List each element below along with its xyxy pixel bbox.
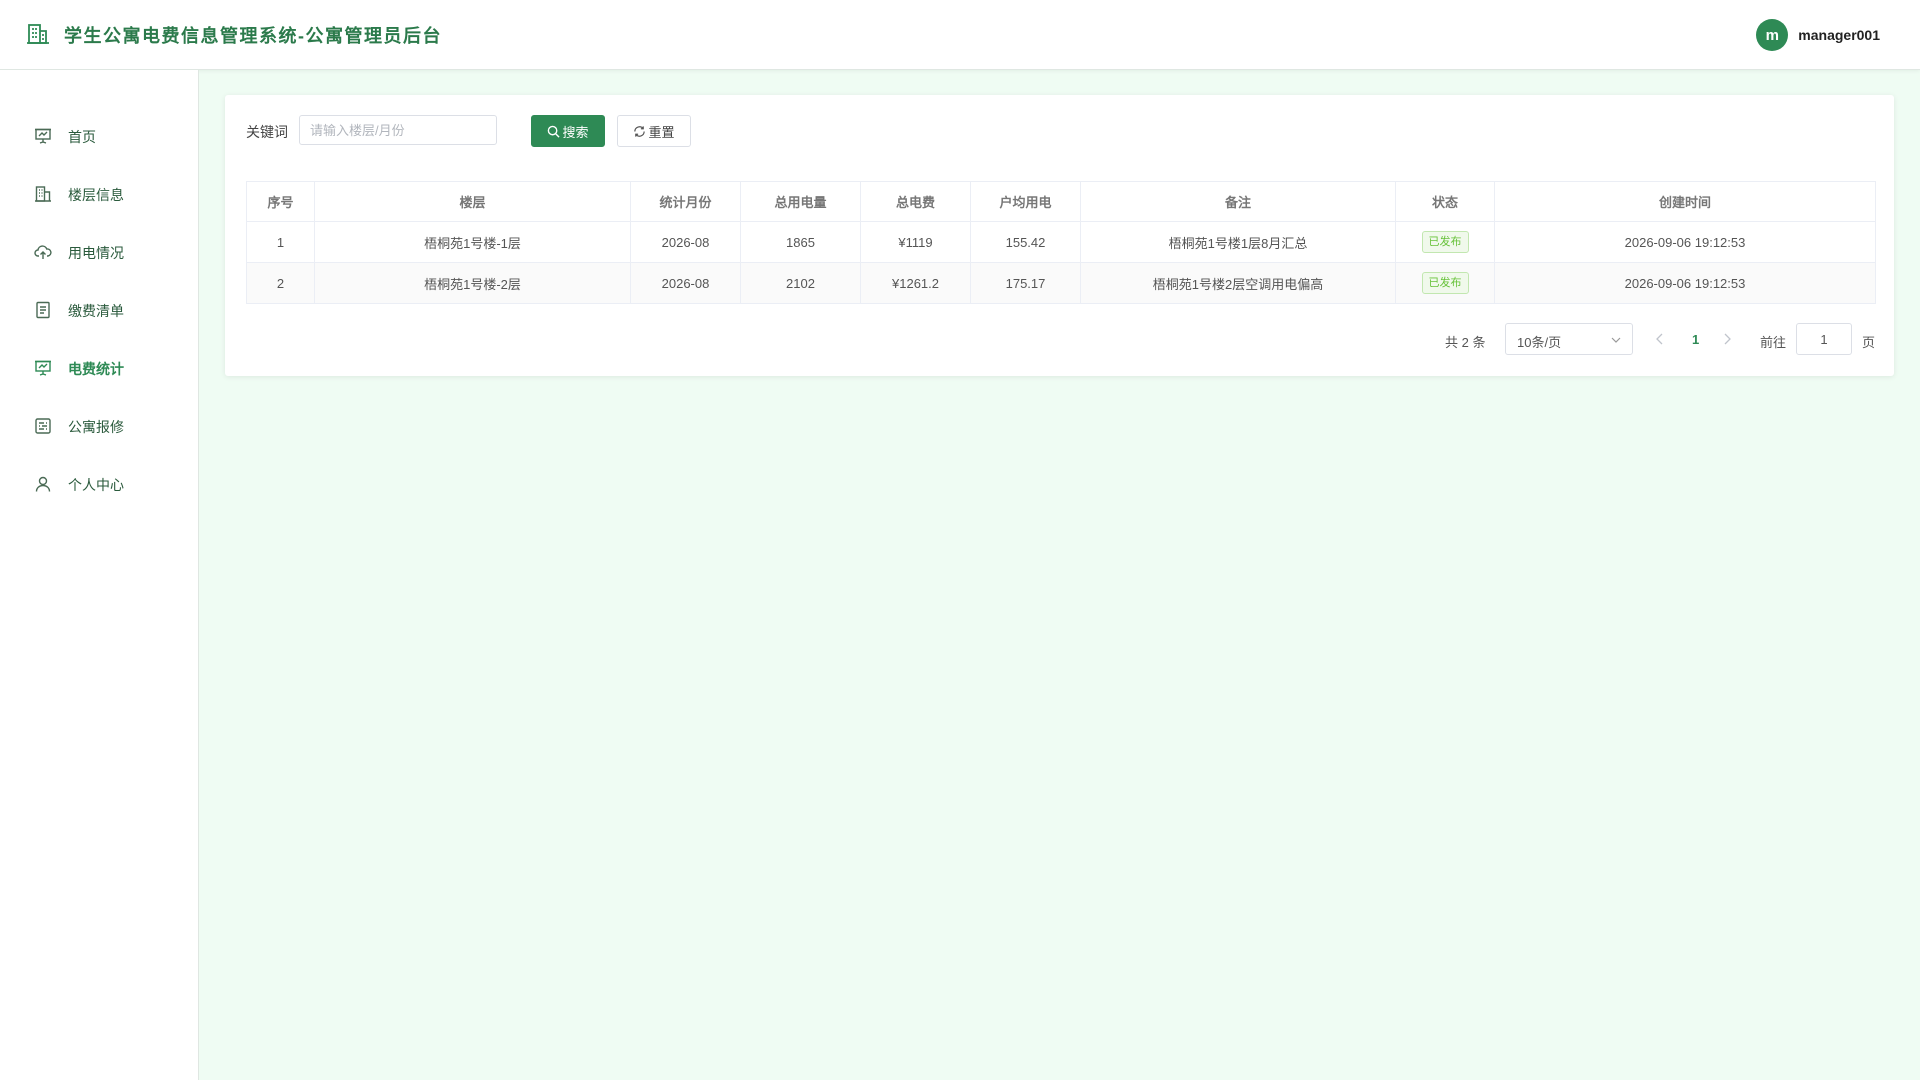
table-cell: ¥1119 — [860, 221, 971, 263]
user-menu[interactable]: m manager001 — [1756, 19, 1880, 51]
repair-icon — [35, 418, 51, 434]
table-cell: 1 — [246, 221, 315, 263]
table-cell: 梧桐苑1号楼-2层 — [314, 262, 631, 304]
status-cell: 已发布 — [1395, 262, 1495, 304]
sidebar-item-home[interactable]: 首页 — [0, 115, 198, 155]
prev-page-button[interactable] — [1655, 332, 1665, 348]
table-cell: 2 — [246, 262, 315, 304]
column-header[interactable]: 楼层 — [314, 181, 631, 222]
sidebar-item-label: 用电情况 — [68, 245, 124, 261]
reset-button-label: 重置 — [648, 124, 675, 140]
document-icon — [36, 301, 50, 319]
status-badge: 已发布 — [1421, 231, 1469, 253]
search-button[interactable]: 搜索 — [531, 115, 605, 147]
search-input[interactable] — [299, 115, 497, 145]
column-header[interactable]: 序号 — [246, 181, 315, 222]
status-cell: 已发布 — [1395, 221, 1495, 263]
table-cell: 2026-09-06 19:12:53 — [1494, 262, 1876, 304]
table-cell: 175.17 — [970, 262, 1081, 304]
sidebar-item-fee-statistics[interactable]: 电费统计 — [0, 347, 198, 387]
sidebar-item-label: 公寓报修 — [68, 419, 124, 435]
sidebar-item-repair[interactable]: 公寓报修 — [0, 405, 198, 445]
page-number-current[interactable]: 1 — [1692, 332, 1699, 347]
avatar[interactable]: m — [1756, 19, 1789, 51]
sidebar-item-profile[interactable]: 个人中心 — [0, 463, 198, 503]
table-row[interactable]: 2 梧桐苑1号楼-2层 2026-08 2102 ¥1261.2 175.17 … — [246, 262, 1876, 304]
table-cell: 2102 — [740, 262, 861, 304]
search-button-label: 搜索 — [562, 124, 589, 140]
app-title: 学生公寓电费信息管理系统-公寓管理员后台 — [64, 26, 442, 46]
table-cell: 155.42 — [970, 221, 1081, 263]
pagination: 共 2 条 10条/页 1 前往 页 — [225, 323, 1894, 357]
chevron-right-icon — [1724, 333, 1731, 345]
user-icon — [35, 476, 51, 492]
chevron-left-icon — [1656, 333, 1663, 345]
dashboard-icon — [35, 128, 51, 144]
refresh-icon — [634, 125, 646, 137]
column-header[interactable]: 户均用电 — [970, 181, 1081, 222]
next-page-button[interactable] — [1722, 332, 1732, 348]
table-header-row: 序号 楼层 统计月份 总用电量 总电费 户均用电 备注 状态 创建时间 — [246, 181, 1876, 222]
column-header[interactable]: 总用电量 — [740, 181, 861, 222]
sidebar-item-label: 首页 — [68, 129, 96, 145]
table-cell: 2026-09-06 19:12:53 — [1494, 221, 1876, 263]
chart-board-icon — [35, 360, 51, 376]
sidebar-item-label: 电费统计 — [68, 361, 124, 377]
building-icon — [35, 186, 51, 202]
keyword-label: 关键词 — [246, 124, 288, 140]
search-icon — [548, 125, 561, 138]
column-header[interactable]: 创建时间 — [1494, 181, 1876, 222]
page-unit-label: 页 — [1862, 335, 1876, 350]
sidebar-item-payment-list[interactable]: 缴费清单 — [0, 289, 198, 329]
table-cell: 2026-08 — [630, 221, 741, 263]
column-header[interactable]: 总电费 — [860, 181, 971, 222]
page-size-value: 10条/页 — [1517, 335, 1562, 350]
cloud-upload-icon — [34, 245, 52, 259]
username[interactable]: manager001 — [1798, 27, 1880, 43]
table-cell: 1865 — [740, 221, 861, 263]
statistics-table: 序号 楼层 统计月份 总用电量 总电费 户均用电 备注 状态 创建时间 1 梧桐… — [246, 181, 1876, 304]
total-count: 共 2 条 — [1445, 335, 1486, 350]
goto-label: 前往 — [1760, 335, 1787, 350]
building-logo-icon — [27, 24, 49, 44]
table-row[interactable]: 1 梧桐苑1号楼-1层 2026-08 1865 ¥1119 155.42 梧桐… — [246, 221, 1876, 263]
column-header[interactable]: 备注 — [1080, 181, 1396, 222]
sidebar-item-label: 个人中心 — [68, 477, 124, 493]
statistics-card: 关键词 搜索 重置 序号 楼层 统计月份 总用电量 总电费 户均用电 备注 — [225, 95, 1894, 376]
sidebar: 首页 楼层信息 用电情况 缴费清单 电费统计 公寓报修 个人中心 — [0, 70, 199, 1080]
reset-button[interactable]: 重置 — [617, 115, 691, 147]
table-cell: 梧桐苑1号楼1层8月汇总 — [1080, 221, 1396, 263]
column-header[interactable]: 统计月份 — [630, 181, 741, 222]
chevron-down-icon — [1611, 337, 1621, 343]
top-header: 学生公寓电费信息管理系统-公寓管理员后台 m manager001 — [0, 0, 1920, 70]
sidebar-item-label: 楼层信息 — [68, 187, 124, 203]
goto-page-input[interactable] — [1796, 323, 1852, 355]
status-badge: 已发布 — [1421, 272, 1469, 294]
sidebar-item-label: 缴费清单 — [68, 303, 124, 319]
page-size-select[interactable]: 10条/页 — [1505, 323, 1633, 355]
sidebar-item-power-usage[interactable]: 用电情况 — [0, 231, 198, 271]
sidebar-item-floor-info[interactable]: 楼层信息 — [0, 173, 198, 213]
column-header[interactable]: 状态 — [1395, 181, 1495, 222]
table-cell: 梧桐苑1号楼-1层 — [314, 221, 631, 263]
table-cell: ¥1261.2 — [860, 262, 971, 304]
table-cell: 2026-08 — [630, 262, 741, 304]
table-cell: 梧桐苑1号楼2层空调用电偏高 — [1080, 262, 1396, 304]
